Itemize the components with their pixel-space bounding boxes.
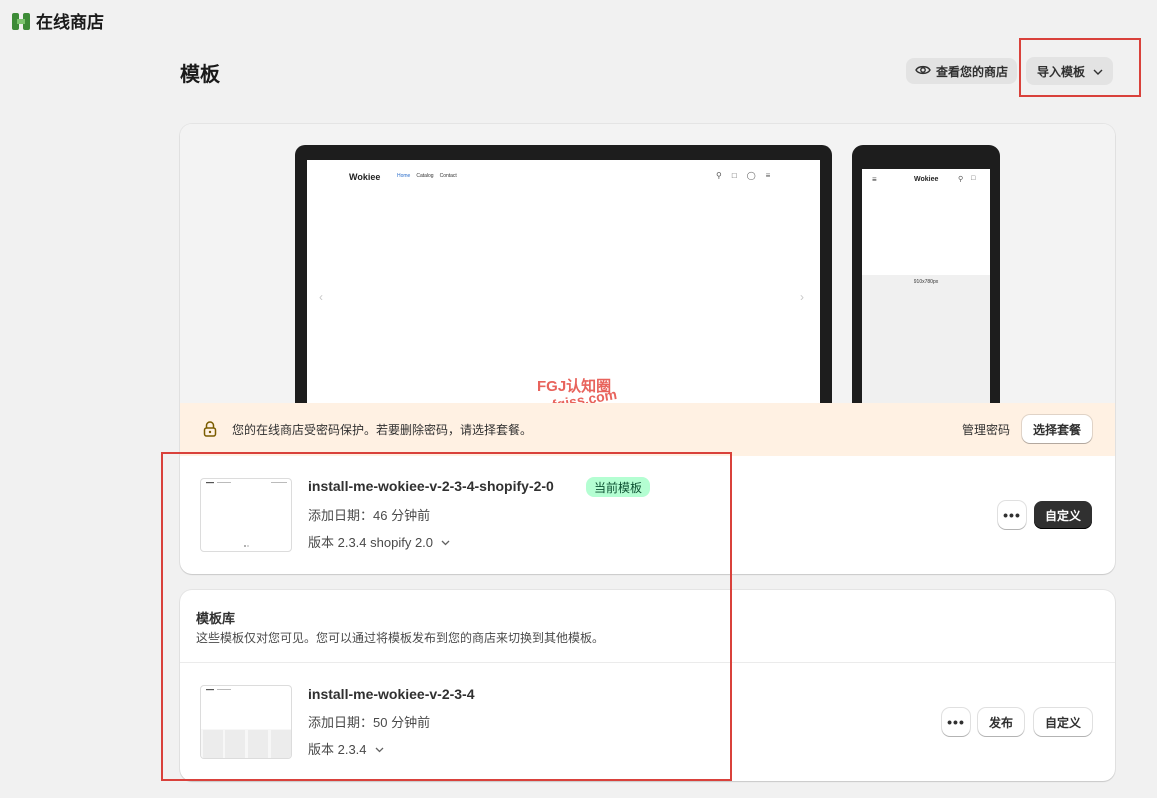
current-theme-customize-button[interactable]: 自定义 [1034,501,1093,529]
settings-icon: ≡ [765,171,771,180]
search-icon: ⚲ [958,176,964,183]
preview-store-logo: Wokiee [349,172,381,182]
manage-password-link[interactable]: 管理密码 [962,421,1010,438]
preview-header-icons: ⚲ □ ◯ ≡ [716,171,770,180]
hamburger-menu-icon: ≡ [872,175,877,184]
page-title: 模板 [180,64,220,86]
choose-plan-button[interactable]: 选择套餐 [1022,415,1093,443]
password-protection-banner: 您的在线商店受密码保护。若要删除密码，请选择套餐。 管理密码 选择套餐 [180,403,1115,456]
shopify-logo-icon [12,12,30,30]
preview-nav-home: Home [397,173,411,179]
image-placeholder [862,275,990,403]
library-theme-customize-button[interactable]: 自定义 [1034,708,1093,736]
bag-icon: □ [731,171,737,180]
chevron-left-icon: ‹ [319,290,323,304]
current-theme-more-actions-button[interactable]: ••• [998,501,1026,529]
highlight-box [161,452,732,781]
mobile-preview-screen: ≡ Wokiee ⚲ □ 910x780px [862,169,990,403]
chevron-right-icon: › [800,290,804,304]
eye-icon [915,64,931,79]
publish-button[interactable]: 发布 [978,708,1025,736]
preview-nav: Home Catalog Contact [397,173,457,179]
search-icon: ⚲ [716,171,722,180]
app-title: 在线商店 [36,13,104,32]
view-store-button[interactable]: 查看您的商店 [906,58,1018,84]
placeholder-size-label: 910x780px [913,279,939,285]
desktop-preview-screen: Wokiee Home Catalog Contact ⚲ □ ◯ ≡ ‹ › [307,160,820,403]
bag-icon: □ [971,175,976,182]
preview-nav-contact: Contact [439,173,457,179]
view-store-label: 查看您的商店 [936,64,1009,79]
preview-nav-catalog: Catalog [416,173,434,179]
app-brand[interactable]: 在线商店 [12,8,104,33]
mobile-preview: ≡ Wokiee ⚲ □ 910x780px [852,145,1000,403]
highlight-box [1019,38,1141,97]
desktop-preview: Wokiee Home Catalog Contact ⚲ □ ◯ ≡ ‹ › [295,145,832,403]
top-bar: 在线商店 [0,0,1157,40]
theme-preview: Wokiee Home Catalog Contact ⚲ □ ◯ ≡ ‹ › … [180,124,1115,403]
password-banner-message: 您的在线商店受密码保护。若要删除密码，请选择套餐。 [232,423,533,437]
lock-icon [203,421,217,437]
preview-mobile-icons: ⚲ □ [958,175,975,183]
preview-mobile-logo: Wokiee [914,176,939,183]
account-icon: ◯ [746,171,756,180]
library-theme-more-actions-button[interactable]: ••• [942,708,970,736]
